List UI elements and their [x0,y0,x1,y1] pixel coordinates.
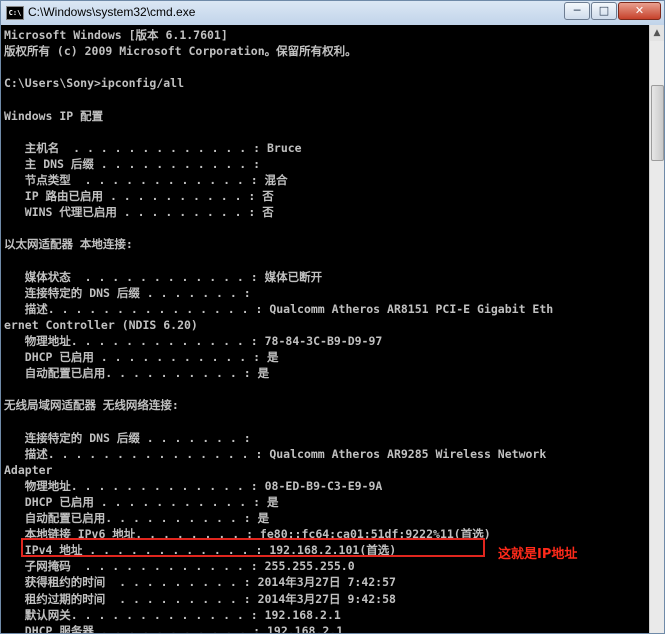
console-line: ernet Controller (NDIS 6.20) [4,317,198,332]
console-line: Adapter [4,462,53,477]
console-line: Windows IP 配置 [4,108,104,123]
cmd-app-icon[interactable]: C:\ [6,6,24,20]
console-line: 默认网关. . . . . . . . . . . . . : 192.168.… [4,607,341,622]
console-line: 版权所有 (c) 2009 Microsoft Corporation。保留所有… [4,44,357,59]
console-line: 无线局域网适配器 无线网络连接: [4,398,179,413]
console-line: 自动配置已启用. . . . . . . . . . : 是 [4,366,270,381]
console-line: DHCP 已启用 . . . . . . . . . . . : 是 [4,494,279,509]
console-line: Microsoft Windows [版本 6.1.7601] [4,28,228,42]
console-line: 描述. . . . . . . . . . . . . . . : Qualco… [4,446,547,461]
console-line: 主 DNS 后缀 . . . . . . . . . . . : [4,156,261,171]
console-line: IP 路由已启用 . . . . . . . . . . : 否 [4,189,274,203]
console-line: 连接特定的 DNS 后缀 . . . . . . . : [4,430,251,445]
cmd-window: C:\ C:\Windows\system32\cmd.exe ─ □ ✕ Mi… [0,0,665,634]
console-line: 物理地址. . . . . . . . . . . . . : 08-ED-B9… [4,478,383,493]
console-line: 获得租约的时间 . . . . . . . . . : 2014年3月27日 7… [4,575,396,590]
console-line: 描述. . . . . . . . . . . . . . . : Qualco… [4,301,554,316]
console-line: DHCP 已启用 . . . . . . . . . . . : 是 [4,350,279,364]
console-line: WINS 代理已启用 . . . . . . . . . : 否 [4,205,274,220]
console-line: C:\Users\Sony>ipconfig/all [4,76,185,91]
vertical-scrollbar[interactable]: ▲ [649,25,664,633]
console-line: 媒体状态 . . . . . . . . . . . . : 媒体已断开 [4,269,323,284]
ip-address-annotation: 这就是IP地址 [498,547,578,562]
console-line: 自动配置已启用. . . . . . . . . . : 是 [4,511,270,525]
console-line: 主机名 . . . . . . . . . . . . . : Bruce [4,140,302,155]
maximize-button[interactable]: □ [591,2,617,20]
console-line: 以太网适配器 本地连接: [4,237,133,252]
window-title: C:\Windows\system32\cmd.exe [28,5,196,19]
minimize-button[interactable]: ─ [564,2,590,20]
scrollbar-thumb[interactable] [651,85,664,161]
console-line: 租约过期的时间 . . . . . . . . . : 2014年3月27日 9… [4,591,396,606]
console-line: 物理地址. . . . . . . . . . . . . : 78-84-3C… [4,333,383,348]
scroll-up-arrow-icon[interactable]: ▲ [650,25,664,41]
close-button[interactable]: ✕ [618,2,661,20]
console-line: 子网掩码 . . . . . . . . . . . . : 255.255.2… [4,559,355,574]
console-line: 连接特定的 DNS 后缀 . . . . . . . : [4,285,251,300]
console-line: 节点类型 . . . . . . . . . . . . : 混合 [4,172,288,187]
title-bar[interactable]: C:\ C:\Windows\system32\cmd.exe ─ □ ✕ [1,1,664,25]
ipv4-highlight-box [21,538,485,557]
console-line: DHCP 服务器 . . . . . . . . . . . : 192.168… [4,623,344,634]
